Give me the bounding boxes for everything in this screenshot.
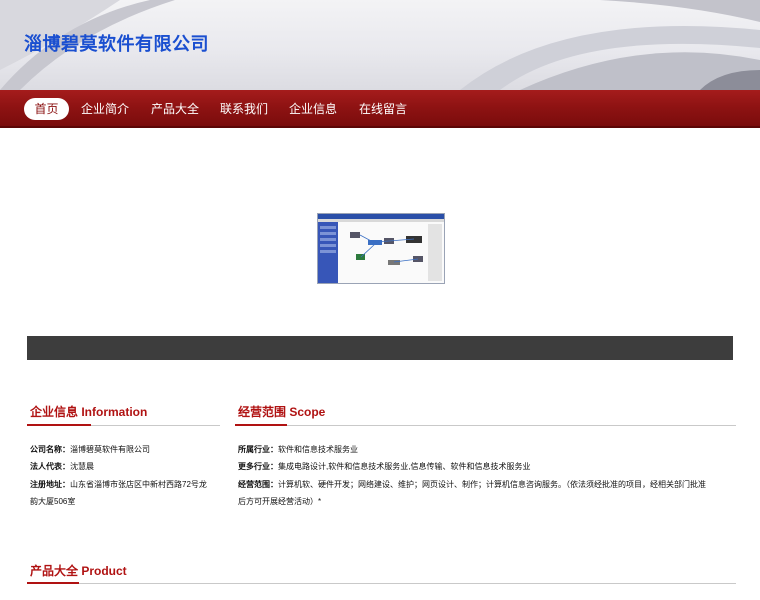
products-rule [27,582,736,584]
site-title[interactable]: 淄博碧莫软件有限公司 [24,30,209,56]
business-scope-label: 经营范围： [238,480,278,489]
company-name-value: 淄博碧莫软件有限公司 [70,445,150,454]
company-info-title: 企业信息 Information [30,405,148,419]
industry-value: 软件和信息技术服务业 [278,445,358,454]
more-industry-value: 集成电路设计,软件和信息技术服务业,信息传输、软件和信息技术服务业 [278,462,531,471]
hero-image [317,213,445,284]
scope-title: 经营范围 Scope [238,405,326,419]
more-industry-label: 更多行业： [238,462,278,471]
legal-rep-value: 沈慧晨 [70,462,94,471]
header-banner: 淄博碧莫软件有限公司 [0,0,760,90]
industry-label: 所属行业： [238,445,278,454]
business-scope-value-cont: 后方可开展经营活动）* [238,497,322,506]
main-nav: 首页 企业简介 产品大全 联系我们 企业信息 在线留言 [0,90,760,128]
nav-item-about[interactable]: 企业简介 [80,98,130,120]
address-row: 注册地址：山东省淄博市张店区中新村西路72号龙 [30,476,207,493]
nav-item-company-info[interactable]: 企业信息 [288,98,338,120]
business-scope-row: 经营范围：计算机软、硬件开发；网络建设、维护；网页设计、制作；计算机信息咨询服务… [238,476,706,493]
products-title: 产品大全 Product [30,564,127,578]
nav-item-message[interactable]: 在线留言 [358,98,408,120]
business-scope-value: 计算机软、硬件开发；网络建设、维护；网页设计、制作；计算机信息咨询服务。（依法须… [278,480,706,489]
dark-divider-bar [27,336,733,360]
scope-rule [235,424,736,426]
nav-item-products[interactable]: 产品大全 [150,98,200,120]
address-value: 山东省淄博市张店区中新村西路72号龙 [70,480,207,489]
address-label: 注册地址： [30,480,70,489]
company-info-rule [27,424,220,426]
legal-rep-label: 法人代表： [30,462,70,471]
company-name-row: 公司名称：淄博碧莫软件有限公司 [30,441,150,458]
company-name-label: 公司名称： [30,445,70,454]
address-row-cont: 韵大厦506室 [30,493,75,510]
nav-item-contact[interactable]: 联系我们 [219,98,269,120]
business-scope-row-cont: 后方可开展经营活动）* [238,493,321,510]
legal-rep-row: 法人代表：沈慧晨 [30,458,94,475]
address-value-cont: 韵大厦506室 [30,497,76,506]
software-screenshot-illustration [318,214,444,283]
more-industry-row: 更多行业：集成电路设计,软件和信息技术服务业,信息传输、软件和信息技术服务业 [238,458,530,475]
industry-row: 所属行业：软件和信息技术服务业 [238,441,358,458]
nav-item-home[interactable]: 首页 [24,98,69,120]
